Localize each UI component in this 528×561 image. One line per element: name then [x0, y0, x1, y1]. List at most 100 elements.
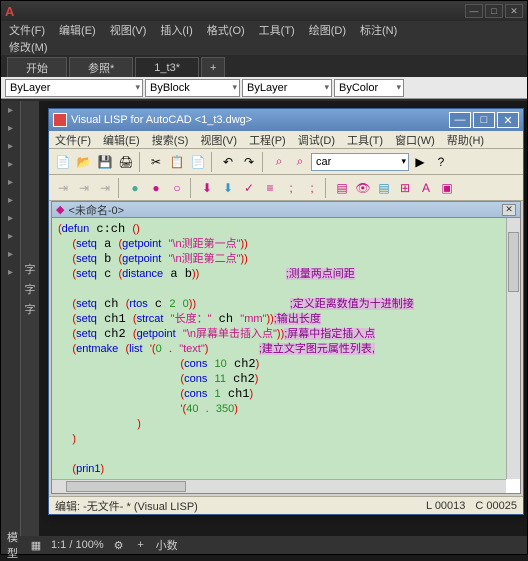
- break-icon[interactable]: ●: [125, 178, 145, 198]
- status-line: L 00013: [426, 500, 465, 512]
- code-area[interactable]: (defun c:ch () (setq a (getpoint "\n测距第一…: [52, 218, 506, 479]
- undo-icon[interactable]: ↶: [218, 152, 238, 172]
- console-icon[interactable]: ▤: [332, 178, 352, 198]
- vlisp-window: Visual LISP for AutoCAD <1_t3.dwg> — □ ✕…: [48, 108, 524, 515]
- tool-icon[interactable]: ▸: [1, 227, 20, 245]
- tool-icon[interactable]: ▸: [1, 137, 20, 155]
- text-tool-icon[interactable]: 字: [25, 301, 36, 317]
- format-icon[interactable]: ≡: [260, 178, 280, 198]
- help-icon[interactable]: ?: [431, 152, 451, 172]
- step-over-icon[interactable]: ⇥: [95, 178, 115, 198]
- doc-close-button[interactable]: ✕: [502, 204, 516, 216]
- plus-icon[interactable]: +: [134, 538, 148, 552]
- go-icon[interactable]: ▶: [410, 152, 430, 172]
- vlisp-icon: [53, 113, 67, 127]
- vmenu-file[interactable]: 文件(F): [55, 132, 91, 148]
- scale-label[interactable]: 1:1 / 100%: [51, 539, 104, 551]
- load-sel-icon[interactable]: ⬇: [218, 178, 238, 198]
- vlisp-maximize-button[interactable]: □: [473, 112, 495, 128]
- tab-new[interactable]: +: [201, 57, 225, 77]
- find-next-icon[interactable]: ⌕: [290, 152, 310, 172]
- save-icon[interactable]: 💾: [95, 152, 115, 172]
- uncomment-icon[interactable]: ;: [302, 178, 322, 198]
- vmenu-search[interactable]: 搜索(S): [152, 132, 189, 148]
- menu-view[interactable]: 视图(V): [110, 22, 147, 38]
- symbol-combo[interactable]: car: [311, 153, 409, 171]
- left-toolbar-2: 字 字 字: [21, 101, 39, 536]
- watch-icon[interactable]: ⊞: [395, 178, 415, 198]
- vlisp-titlebar[interactable]: Visual LISP for AutoCAD <1_t3.dwg> — □ ✕: [49, 109, 523, 131]
- vlisp-close-button[interactable]: ✕: [497, 112, 519, 128]
- break3-icon[interactable]: ○: [167, 178, 187, 198]
- step-icon[interactable]: ⇥: [74, 178, 94, 198]
- doc-icon: ◆: [56, 203, 64, 216]
- tool-icon[interactable]: ▸: [1, 245, 20, 263]
- vmenu-debug[interactable]: 调试(D): [298, 132, 335, 148]
- menu-dim[interactable]: 标注(N): [360, 22, 397, 38]
- scroll-thumb[interactable]: [508, 232, 519, 292]
- tool-icon[interactable]: ▸: [1, 209, 20, 227]
- lineweight-combo[interactable]: ByLayer: [242, 79, 332, 97]
- comment-icon[interactable]: ;: [281, 178, 301, 198]
- tool-icon[interactable]: ▸: [1, 263, 20, 281]
- vmenu-view[interactable]: 视图(V): [200, 132, 237, 148]
- scroll-thumb[interactable]: [66, 481, 186, 492]
- tab-ref[interactable]: 参照*: [69, 57, 133, 77]
- color-combo[interactable]: ByColor: [334, 79, 404, 97]
- vmenu-help[interactable]: 帮助(H): [447, 132, 484, 148]
- load-icon[interactable]: ⬇: [197, 178, 217, 198]
- vlisp-title-text: Visual LISP for AutoCAD <1_t3.dwg>: [71, 114, 252, 126]
- tool-icon[interactable]: ▸: [1, 119, 20, 137]
- tool-icon[interactable]: ▸: [1, 173, 20, 191]
- vmenu-window[interactable]: 窗口(W): [395, 132, 435, 148]
- copy-icon[interactable]: 📋: [167, 152, 187, 172]
- acad-icon[interactable]: ▣: [437, 178, 457, 198]
- vmenu-tools[interactable]: 工具(T): [347, 132, 383, 148]
- minimize-button[interactable]: —: [465, 4, 483, 18]
- print-icon[interactable]: 🖨: [116, 152, 136, 172]
- menu-draw[interactable]: 绘图(D): [309, 22, 346, 38]
- model-button[interactable]: 模型: [7, 538, 21, 552]
- cut-icon[interactable]: ✂: [146, 152, 166, 172]
- menu-file[interactable]: 文件(F): [9, 22, 45, 38]
- outer-submenu: 修改(M): [1, 39, 527, 55]
- tab-start[interactable]: 开始: [7, 57, 67, 77]
- units-label[interactable]: 小数: [156, 537, 178, 553]
- new-file-icon[interactable]: 📄: [53, 152, 73, 172]
- vmenu-edit[interactable]: 编辑(E): [103, 132, 140, 148]
- trace-icon[interactable]: ▤: [374, 178, 394, 198]
- maximize-button[interactable]: □: [485, 4, 503, 18]
- inspect-icon[interactable]: 👁: [353, 178, 373, 198]
- redo-icon[interactable]: ↷: [239, 152, 259, 172]
- text-tool-icon[interactable]: 字: [25, 261, 36, 277]
- horizontal-scrollbar[interactable]: [52, 479, 506, 493]
- menu-modify[interactable]: 修改(M): [9, 39, 48, 55]
- layer-combo[interactable]: ByLayer: [5, 79, 143, 97]
- text-tool-icon[interactable]: 字: [25, 281, 36, 297]
- vlisp-minimize-button[interactable]: —: [449, 112, 471, 128]
- tool-icon[interactable]: ▸: [1, 191, 20, 209]
- menu-insert[interactable]: 插入(I): [160, 22, 192, 38]
- find-icon[interactable]: ⌕: [269, 152, 289, 172]
- menu-tools[interactable]: 工具(T): [259, 22, 295, 38]
- check-icon[interactable]: ✓: [239, 178, 259, 198]
- linetype-combo[interactable]: ByBlock: [145, 79, 240, 97]
- window-controls: — □ ✕: [465, 4, 523, 18]
- tool-icon[interactable]: ▸: [1, 155, 20, 173]
- document-tabs: 开始 参照* 1_t3* +: [1, 55, 527, 77]
- paste-icon[interactable]: 📄: [188, 152, 208, 172]
- open-file-icon[interactable]: 📂: [74, 152, 94, 172]
- close-button[interactable]: ✕: [505, 4, 523, 18]
- grid-icon[interactable]: ▦: [29, 538, 43, 552]
- menu-edit[interactable]: 编辑(E): [59, 22, 96, 38]
- tool-icon[interactable]: ▸: [1, 101, 20, 119]
- apropos-icon[interactable]: A: [416, 178, 436, 198]
- settings-icon[interactable]: ⚙: [112, 538, 126, 552]
- debug-icon[interactable]: ⇥: [53, 178, 73, 198]
- vlisp-toolbar-1: 📄 📂 💾 🖨 ✂ 📋 📄 ↶ ↷ ⌕ ⌕ car ▶ ?: [49, 149, 523, 175]
- vertical-scrollbar[interactable]: [506, 218, 520, 479]
- menu-format[interactable]: 格式(O): [207, 22, 245, 38]
- tab-1t3[interactable]: 1_t3*: [135, 57, 199, 77]
- vmenu-project[interactable]: 工程(P): [249, 132, 286, 148]
- break2-icon[interactable]: ●: [146, 178, 166, 198]
